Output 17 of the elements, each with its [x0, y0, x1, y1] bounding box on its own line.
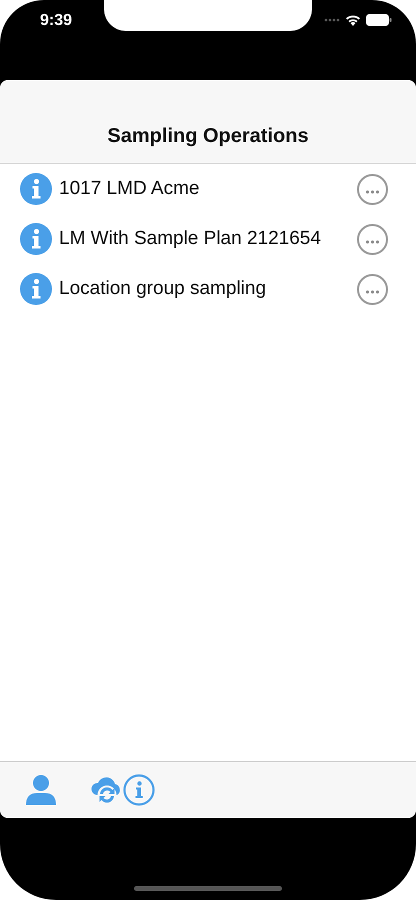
info-icon[interactable] [20, 223, 52, 255]
operation-name[interactable]: Location group sampling [59, 278, 350, 300]
more-icon[interactable] [357, 174, 388, 204]
status-time: 9:39 [40, 12, 72, 30]
more-icon[interactable] [357, 274, 388, 304]
cloud-sync-icon[interactable] [91, 775, 123, 805]
operation-name[interactable]: 1017 LMD Acme [59, 178, 350, 200]
operation-name[interactable]: LM With Sample Plan 2121654 [59, 228, 350, 250]
screen-title: Sampling Operations [107, 125, 309, 148]
info-icon[interactable] [20, 173, 52, 205]
signal-dots-icon [324, 18, 340, 22]
wifi-icon [345, 14, 361, 26]
user-icon[interactable] [25, 775, 57, 805]
battery-icon [366, 14, 392, 26]
info-icon[interactable] [20, 273, 52, 305]
info-icon[interactable] [123, 774, 155, 806]
more-icon[interactable] [357, 224, 388, 254]
